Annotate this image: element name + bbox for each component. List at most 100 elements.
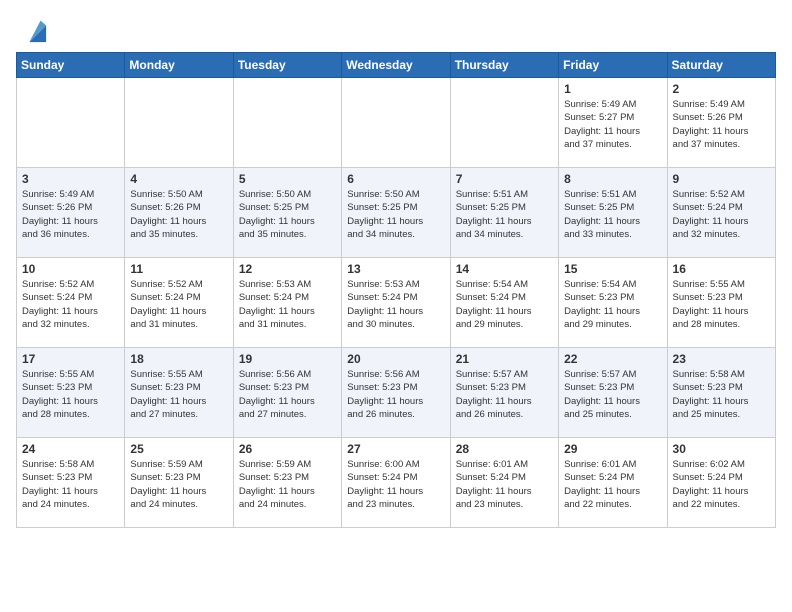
day-info: Sunrise: 5:53 AMSunset: 5:24 PMDaylight:…: [347, 278, 444, 331]
day-number: 8: [564, 172, 661, 186]
weekday-header: Monday: [125, 53, 233, 78]
weekday-header: Thursday: [450, 53, 558, 78]
day-number: 29: [564, 442, 661, 456]
calendar-cell: 23 Sunrise: 5:58 AMSunset: 5:23 PMDayligh…: [667, 348, 775, 438]
calendar-cell: 14 Sunrise: 5:54 AMSunset: 5:24 PMDayligh…: [450, 258, 558, 348]
calendar-cell: [233, 78, 341, 168]
day-info: Sunrise: 5:56 AMSunset: 5:23 PMDaylight:…: [347, 368, 444, 421]
calendar-header-row: SundayMondayTuesdayWednesdayThursdayFrid…: [17, 53, 776, 78]
page-header: [16, 16, 776, 44]
day-info: Sunrise: 5:50 AMSunset: 5:26 PMDaylight:…: [130, 188, 227, 241]
day-info: Sunrise: 5:54 AMSunset: 5:24 PMDaylight:…: [456, 278, 553, 331]
day-info: Sunrise: 5:59 AMSunset: 5:23 PMDaylight:…: [239, 458, 336, 511]
calendar-cell: 29 Sunrise: 6:01 AMSunset: 5:24 PMDayligh…: [559, 438, 667, 528]
calendar-cell: 16 Sunrise: 5:55 AMSunset: 5:23 PMDayligh…: [667, 258, 775, 348]
day-info: Sunrise: 5:55 AMSunset: 5:23 PMDaylight:…: [673, 278, 770, 331]
calendar-cell: 2 Sunrise: 5:49 AMSunset: 5:26 PMDaylight…: [667, 78, 775, 168]
calendar-cell: 5 Sunrise: 5:50 AMSunset: 5:25 PMDaylight…: [233, 168, 341, 258]
day-number: 11: [130, 262, 227, 276]
calendar-cell: 22 Sunrise: 5:57 AMSunset: 5:23 PMDayligh…: [559, 348, 667, 438]
calendar-week-row: 3 Sunrise: 5:49 AMSunset: 5:26 PMDaylight…: [17, 168, 776, 258]
day-info: Sunrise: 5:50 AMSunset: 5:25 PMDaylight:…: [347, 188, 444, 241]
day-number: 27: [347, 442, 444, 456]
calendar-cell: 15 Sunrise: 5:54 AMSunset: 5:23 PMDayligh…: [559, 258, 667, 348]
day-number: 5: [239, 172, 336, 186]
calendar-cell: 26Sunrise: 5:59 AMSunset: 5:23 PMDayligh…: [233, 438, 341, 528]
day-info: Sunrise: 5:56 AMSunset: 5:23 PMDaylight:…: [239, 368, 336, 421]
calendar-cell: [342, 78, 450, 168]
day-info: Sunrise: 5:51 AMSunset: 5:25 PMDaylight:…: [456, 188, 553, 241]
calendar-cell: 1 Sunrise: 5:49 AMSunset: 5:27 PMDaylight…: [559, 78, 667, 168]
day-info: Sunrise: 5:49 AMSunset: 5:26 PMDaylight:…: [22, 188, 119, 241]
weekday-header: Saturday: [667, 53, 775, 78]
day-info: Sunrise: 5:49 AMSunset: 5:26 PMDaylight:…: [673, 98, 770, 151]
calendar-cell: [125, 78, 233, 168]
day-number: 2: [673, 82, 770, 96]
day-number: 19: [239, 352, 336, 366]
day-info: Sunrise: 6:02 AMSunset: 5:24 PMDaylight:…: [673, 458, 770, 511]
calendar-cell: 6Sunrise: 5:50 AMSunset: 5:25 PMDaylight…: [342, 168, 450, 258]
weekday-header: Friday: [559, 53, 667, 78]
day-info: Sunrise: 6:00 AMSunset: 5:24 PMDaylight:…: [347, 458, 444, 511]
day-number: 10: [22, 262, 119, 276]
calendar-cell: [450, 78, 558, 168]
day-number: 4: [130, 172, 227, 186]
weekday-header: Sunday: [17, 53, 125, 78]
calendar-cell: 19 Sunrise: 5:56 AMSunset: 5:23 PMDayligh…: [233, 348, 341, 438]
calendar-week-row: 17 Sunrise: 5:55 AMSunset: 5:23 PMDayligh…: [17, 348, 776, 438]
day-info: Sunrise: 5:58 AMSunset: 5:23 PMDaylight:…: [22, 458, 119, 511]
calendar-cell: 25 Sunrise: 5:59 AMSunset: 5:23 PMDayligh…: [125, 438, 233, 528]
day-number: 20: [347, 352, 444, 366]
calendar-cell: 21 Sunrise: 5:57 AMSunset: 5:23 PMDayligh…: [450, 348, 558, 438]
day-info: Sunrise: 6:01 AMSunset: 5:24 PMDaylight:…: [564, 458, 661, 511]
day-info: Sunrise: 5:57 AMSunset: 5:23 PMDaylight:…: [564, 368, 661, 421]
logo-icon: [20, 16, 48, 44]
day-number: 14: [456, 262, 553, 276]
day-info: Sunrise: 5:50 AMSunset: 5:25 PMDaylight:…: [239, 188, 336, 241]
calendar-cell: 28 Sunrise: 6:01 AMSunset: 5:24 PMDayligh…: [450, 438, 558, 528]
day-number: 7: [456, 172, 553, 186]
logo: [16, 16, 48, 44]
day-number: 1: [564, 82, 661, 96]
calendar-cell: 8 Sunrise: 5:51 AMSunset: 5:25 PMDaylight…: [559, 168, 667, 258]
day-number: 21: [456, 352, 553, 366]
day-number: 22: [564, 352, 661, 366]
day-number: 9: [673, 172, 770, 186]
day-info: Sunrise: 6:01 AMSunset: 5:24 PMDaylight:…: [456, 458, 553, 511]
calendar-table: SundayMondayTuesdayWednesdayThursdayFrid…: [16, 52, 776, 528]
calendar-cell: [17, 78, 125, 168]
day-number: 30: [673, 442, 770, 456]
calendar-cell: 27 Sunrise: 6:00 AMSunset: 5:24 PMDayligh…: [342, 438, 450, 528]
calendar-cell: 10Sunrise: 5:52 AMSunset: 5:24 PMDayligh…: [17, 258, 125, 348]
day-info: Sunrise: 5:52 AMSunset: 5:24 PMDaylight:…: [130, 278, 227, 331]
day-number: 23: [673, 352, 770, 366]
day-number: 15: [564, 262, 661, 276]
day-info: Sunrise: 5:58 AMSunset: 5:23 PMDaylight:…: [673, 368, 770, 421]
day-number: 25: [130, 442, 227, 456]
day-info: Sunrise: 5:49 AMSunset: 5:27 PMDaylight:…: [564, 98, 661, 151]
day-info: Sunrise: 5:55 AMSunset: 5:23 PMDaylight:…: [22, 368, 119, 421]
day-number: 3: [22, 172, 119, 186]
calendar-cell: 9Sunrise: 5:52 AMSunset: 5:24 PMDaylight…: [667, 168, 775, 258]
calendar-cell: 18 Sunrise: 5:55 AMSunset: 5:23 PMDayligh…: [125, 348, 233, 438]
calendar-cell: 30 Sunrise: 6:02 AMSunset: 5:24 PMDayligh…: [667, 438, 775, 528]
calendar-cell: 11 Sunrise: 5:52 AMSunset: 5:24 PMDayligh…: [125, 258, 233, 348]
weekday-header: Tuesday: [233, 53, 341, 78]
day-info: Sunrise: 5:57 AMSunset: 5:23 PMDaylight:…: [456, 368, 553, 421]
day-number: 16: [673, 262, 770, 276]
day-info: Sunrise: 5:59 AMSunset: 5:23 PMDaylight:…: [130, 458, 227, 511]
day-number: 24: [22, 442, 119, 456]
calendar-week-row: 1 Sunrise: 5:49 AMSunset: 5:27 PMDaylight…: [17, 78, 776, 168]
day-number: 17: [22, 352, 119, 366]
day-number: 28: [456, 442, 553, 456]
day-info: Sunrise: 5:51 AMSunset: 5:25 PMDaylight:…: [564, 188, 661, 241]
calendar-cell: 4 Sunrise: 5:50 AMSunset: 5:26 PMDaylight…: [125, 168, 233, 258]
day-info: Sunrise: 5:55 AMSunset: 5:23 PMDaylight:…: [130, 368, 227, 421]
calendar-week-row: 10 Sunrise: 5:52 AMSunset: 5:24 PMDayligh…: [17, 258, 776, 348]
day-number: 13: [347, 262, 444, 276]
calendar-cell: 3 Sunrise: 5:49 AMSunset: 5:26 PMDaylight…: [17, 168, 125, 258]
day-info: Sunrise: 5:54 AMSunset: 5:23 PMDaylight:…: [564, 278, 661, 331]
day-number: 18: [130, 352, 227, 366]
weekday-header: Wednesday: [342, 53, 450, 78]
calendar-cell: 24 Sunrise: 5:58 AMSunset: 5:23 PMDayligh…: [17, 438, 125, 528]
